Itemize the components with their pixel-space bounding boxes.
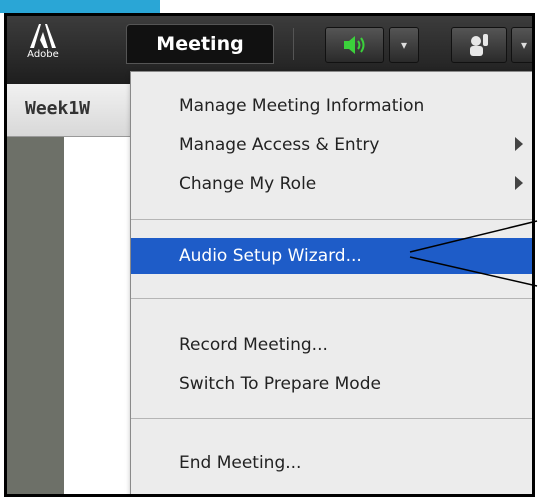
menu-item-label: Switch To Prepare Mode (179, 374, 381, 394)
speaker-button[interactable] (325, 27, 384, 63)
menu-item-label: End Meeting... (179, 453, 302, 473)
menu-divider (131, 219, 532, 220)
speaker-dropdown-button[interactable]: ▾ (389, 27, 419, 63)
menu-item-label: Audio Setup Wizard... (179, 246, 362, 266)
speaker-icon (343, 36, 364, 54)
chevron-down-icon: ▾ (520, 38, 528, 52)
menu-item-manage-meeting-information[interactable]: Manage Meeting Information (131, 88, 532, 124)
status-dropdown-button[interactable]: ▾ (511, 27, 532, 63)
menu-item-switch-to-prepare-mode[interactable]: Switch To Prepare Mode (131, 366, 532, 402)
meeting-menu: Manage Meeting Information Manage Access… (130, 71, 532, 494)
menu-item-label: Manage Meeting Information (179, 96, 425, 116)
adobe-icon (30, 24, 56, 48)
pod-title: Week1W (25, 98, 91, 119)
raise-hand-button[interactable] (451, 27, 507, 63)
raise-hand-icon (470, 34, 488, 56)
menu-divider (131, 298, 532, 299)
toolbar-divider (293, 28, 294, 60)
menu-item-audio-setup-wizard[interactable]: Audio Setup Wizard... (131, 238, 532, 274)
menu-item-record-meeting[interactable]: Record Meeting... (131, 327, 532, 363)
submenu-arrow-icon (515, 176, 523, 190)
menu-item-label: Record Meeting... (179, 335, 328, 355)
adobe-logo: Adobe (21, 24, 65, 68)
menu-item-label: Change My Role (179, 174, 317, 194)
meeting-menu-button[interactable]: Meeting (126, 24, 274, 64)
menu-divider (131, 418, 532, 419)
submenu-arrow-icon (515, 137, 523, 151)
menu-item-end-meeting[interactable]: End Meeting... (131, 445, 532, 481)
top-accent-strip (0, 0, 160, 13)
connect-window: Adobe Meeting ▾ ▾ Week1W Manage Meeting … (4, 13, 535, 497)
menu-item-manage-access-entry[interactable]: Manage Access & Entry (131, 127, 532, 163)
adobe-label: Adobe (27, 49, 59, 60)
chevron-down-icon: ▾ (400, 38, 408, 52)
menu-item-label: Manage Access & Entry (179, 135, 380, 155)
menu-item-change-my-role[interactable]: Change My Role (131, 166, 532, 202)
